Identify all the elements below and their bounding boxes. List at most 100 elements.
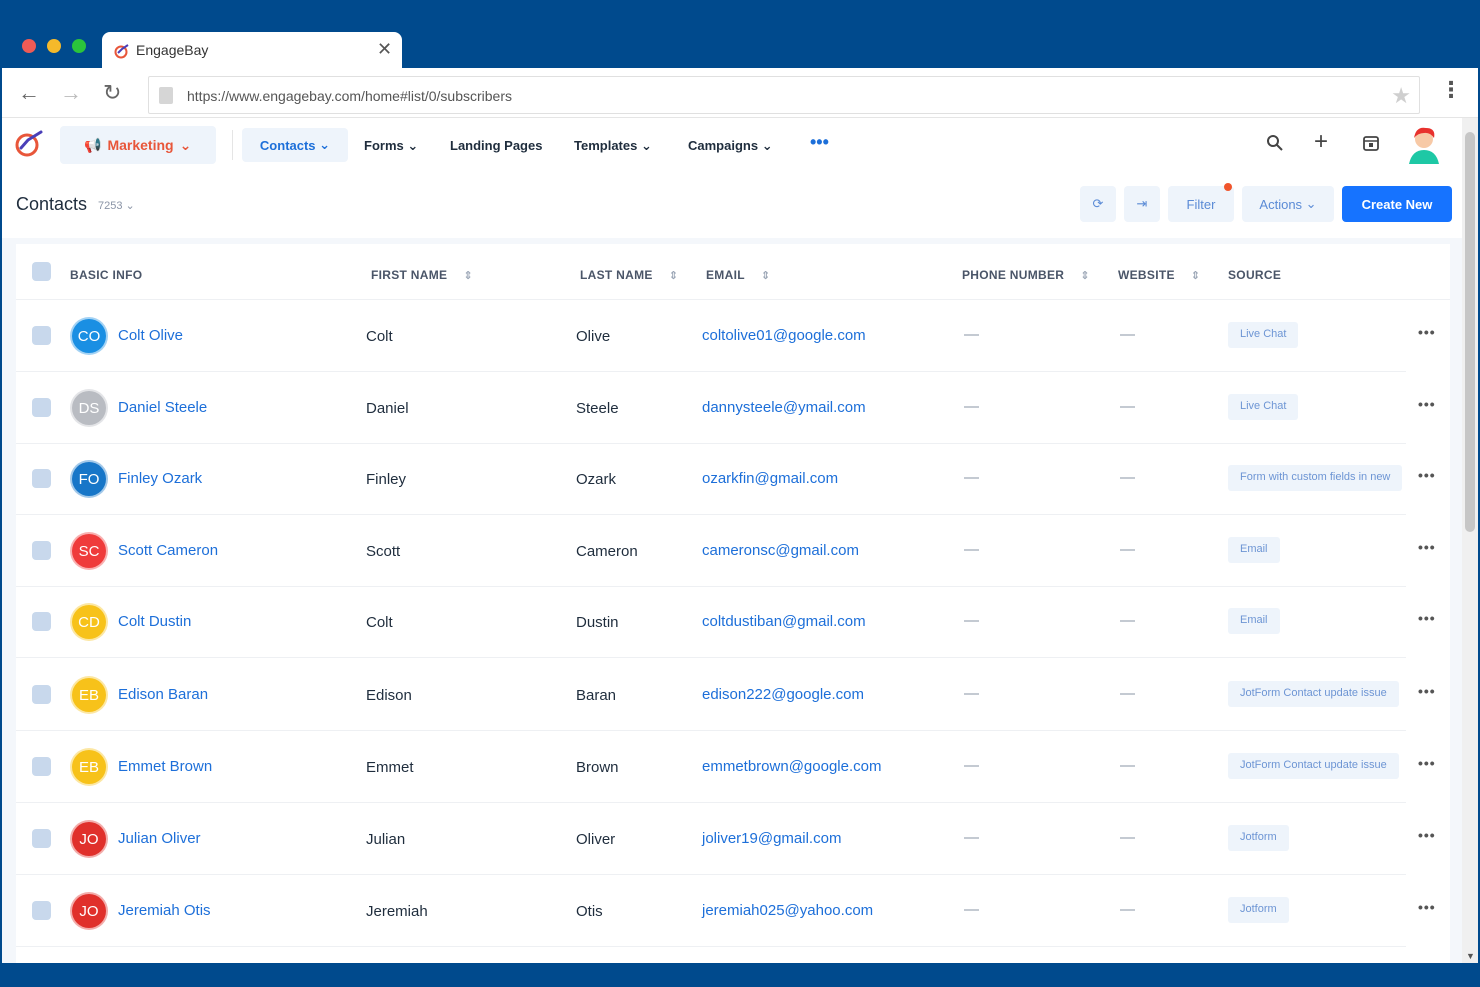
scroll-down-arrow-icon[interactable]: ▼	[1466, 951, 1475, 961]
contact-count[interactable]: 7253 ⌄	[98, 199, 135, 212]
first-name-cell: Colt	[366, 328, 393, 345]
row-more-icon[interactable]: •••	[1418, 827, 1436, 843]
contact-name-link[interactable]: Julian Oliver	[118, 830, 201, 847]
close-window-button[interactable]	[22, 39, 36, 53]
megaphone-icon: 📢	[84, 136, 102, 153]
bookmark-star-icon[interactable]: ★	[1391, 83, 1411, 109]
create-new-button[interactable]: Create New	[1342, 186, 1452, 222]
user-avatar-icon[interactable]	[1404, 124, 1444, 164]
contact-name-link[interactable]: Emmet Brown	[118, 758, 212, 775]
page-scrollbar[interactable]: ▼	[1462, 118, 1478, 963]
column-first-name[interactable]: FIRST NAME ⇕	[371, 268, 473, 282]
contact-avatar[interactable]: DS	[70, 389, 108, 427]
row-checkbox[interactable]	[32, 901, 51, 920]
contact-name-link[interactable]: Scott Cameron	[118, 542, 218, 559]
contact-name-link[interactable]: Colt Dustin	[118, 613, 191, 630]
table-row[interactable]: CO Colt Olive Colt Olive coltolive01@google.…	[16, 300, 1435, 372]
first-name-cell: Edison	[366, 687, 412, 704]
contact-avatar[interactable]: EB	[70, 748, 108, 786]
filter-button[interactable]: Filter	[1168, 186, 1234, 222]
calendar-icon[interactable]	[1362, 134, 1380, 152]
table-row[interactable]: SC Scott Cameron Scott Cameron cameronsc@gma…	[16, 515, 1435, 587]
contact-name-link[interactable]: Colt Olive	[118, 327, 183, 344]
nav-more-icon[interactable]: •••	[810, 132, 829, 153]
back-arrow-icon[interactable]: ←	[18, 80, 40, 106]
contact-avatar[interactable]: SC	[70, 532, 108, 570]
row-more-icon[interactable]: •••	[1418, 899, 1436, 915]
tab-contacts[interactable]: Contacts ⌄	[242, 128, 348, 162]
reload-icon[interactable]: ↻	[103, 80, 121, 106]
contact-avatar[interactable]: JO	[70, 892, 108, 930]
forward-arrow-icon[interactable]: →	[60, 80, 82, 106]
row-checkbox[interactable]	[32, 685, 51, 704]
table-row[interactable]: EB Emmet Brown Emmet Brown emmetbrown@google…	[16, 731, 1435, 803]
scrollbar-thumb[interactable]	[1465, 132, 1475, 532]
actions-button[interactable]: Actions ⌄	[1242, 186, 1334, 222]
export-button[interactable]: ⇥	[1124, 186, 1160, 222]
row-checkbox[interactable]	[32, 829, 51, 848]
search-icon[interactable]	[1266, 134, 1284, 152]
refresh-button[interactable]: ⟳	[1080, 186, 1116, 222]
row-checkbox[interactable]	[32, 398, 51, 417]
nav-landing-pages[interactable]: Landing Pages	[450, 138, 542, 153]
email-link[interactable]: joliver19@gmail.com	[702, 830, 841, 847]
row-more-icon[interactable]: •••	[1418, 755, 1436, 771]
contact-avatar[interactable]: FO	[70, 460, 108, 498]
email-link[interactable]: edison222@google.com	[702, 686, 864, 703]
select-all-checkbox[interactable]	[32, 262, 51, 281]
column-website[interactable]: WEBSITE ⇕	[1118, 268, 1200, 282]
row-more-icon[interactable]: •••	[1418, 467, 1436, 483]
column-phone[interactable]: PHONE NUMBER ⇕	[962, 268, 1090, 282]
row-more-icon[interactable]: •••	[1418, 539, 1436, 555]
contact-name-link[interactable]: Daniel Steele	[118, 399, 207, 416]
engagebay-logo-icon[interactable]	[14, 128, 44, 158]
row-checkbox[interactable]	[32, 326, 51, 345]
row-checkbox[interactable]	[32, 541, 51, 560]
row-checkbox[interactable]	[32, 612, 51, 631]
table-row[interactable]: DS Daniel Steele Daniel Steele dannysteele@y…	[16, 372, 1435, 444]
marketing-menu[interactable]: 📢 Marketing ⌄	[60, 126, 216, 164]
contact-avatar[interactable]: CO	[70, 317, 108, 355]
email-link[interactable]: emmetbrown@google.com	[702, 758, 881, 775]
email-link[interactable]: coltdustiban@gmail.com	[702, 613, 866, 630]
nav-templates[interactable]: Templates ⌄	[574, 138, 652, 154]
row-checkbox[interactable]	[32, 757, 51, 776]
contact-avatar[interactable]: JO	[70, 820, 108, 858]
column-email[interactable]: EMAIL ⇕	[706, 268, 770, 282]
source-badge: JotForm Contact update issue	[1228, 681, 1399, 707]
row-more-icon[interactable]: •••	[1418, 396, 1436, 412]
maximize-window-button[interactable]	[72, 39, 86, 53]
row-more-icon[interactable]: •••	[1418, 683, 1436, 699]
contact-name-link[interactable]: Jeremiah Otis	[118, 902, 211, 919]
tab-close-icon[interactable]: ✕	[377, 39, 392, 60]
url-text[interactable]: https://www.engagebay.com/home#list/0/su…	[187, 88, 512, 104]
minimize-window-button[interactable]	[47, 39, 61, 53]
contact-avatar[interactable]: CD	[70, 603, 108, 641]
email-link[interactable]: ozarkfin@gmail.com	[702, 470, 838, 487]
email-link[interactable]: cameronsc@gmail.com	[702, 542, 859, 559]
table-row[interactable]: FO Finley Ozark Finley Ozark ozarkfin@gmail.…	[16, 443, 1435, 515]
source-badge: Email	[1228, 537, 1280, 563]
contact-avatar[interactable]: EB	[70, 676, 108, 714]
table-row[interactable]: JO Jeremiah Otis Jeremiah Otis jeremiah025@y…	[16, 875, 1435, 947]
plus-icon[interactable]: +	[1314, 128, 1328, 156]
contacts-table-area: BASIC INFO FIRST NAME ⇕ LAST NAME ⇕ EMAIL ⇕…	[2, 238, 1462, 963]
contact-name-link[interactable]: Finley Ozark	[118, 470, 202, 487]
page-icon	[159, 87, 173, 104]
row-more-icon[interactable]: •••	[1418, 324, 1436, 340]
contact-name-link[interactable]: Edison Baran	[118, 686, 208, 703]
nav-forms[interactable]: Forms ⌄	[364, 138, 418, 154]
email-link[interactable]: jeremiah025@yahoo.com	[702, 902, 873, 919]
column-last-name[interactable]: LAST NAME ⇕	[580, 268, 678, 282]
email-link[interactable]: dannysteele@ymail.com	[702, 399, 866, 416]
table-row[interactable]: JO Julian Oliver Julian Oliver joliver19@gma…	[16, 803, 1435, 875]
browser-menu-icon[interactable]: ⋮	[1440, 79, 1462, 101]
table-row[interactable]: EB Edison Baran Edison Baran edison222@googl…	[16, 659, 1435, 731]
row-checkbox[interactable]	[32, 469, 51, 488]
table-row[interactable]: CD Colt Dustin Colt Dustin coltdustiban@gmai…	[16, 586, 1435, 658]
browser-tab[interactable]: EngageBay ✕	[102, 32, 402, 68]
row-more-icon[interactable]: •••	[1418, 610, 1436, 626]
nav-campaigns[interactable]: Campaigns ⌄	[688, 138, 773, 154]
url-field[interactable]: https://www.engagebay.com/home#list/0/su…	[148, 76, 1420, 114]
email-link[interactable]: coltolive01@google.com	[702, 327, 866, 344]
